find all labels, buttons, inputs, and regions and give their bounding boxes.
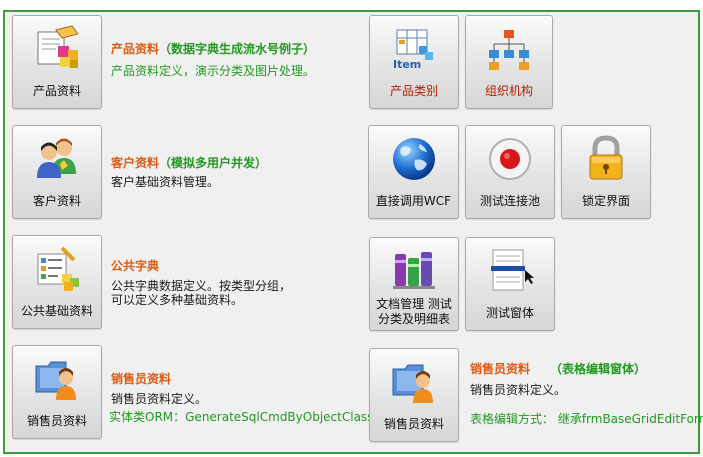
main-panel	[3, 10, 700, 454]
salesperson-info-label: 销售员资料	[26, 414, 87, 428]
call-wcf-button[interactable]: 直接调用WCF	[368, 125, 459, 219]
doc-management-label-line1: 文档管理 测试	[376, 297, 452, 311]
call-wcf-label: 直接调用WCF	[375, 194, 452, 208]
customer-people-icon	[32, 134, 82, 187]
dictionary-list-icon	[32, 244, 82, 297]
product-info-desc: 产品资料定义，演示分类及图片处理。	[111, 64, 316, 78]
item-category-icon: Item	[389, 24, 439, 77]
common-data-label: 公共基础资料	[20, 304, 93, 318]
org-chart-icon	[484, 24, 534, 77]
padlock-icon	[581, 134, 631, 187]
salesperson-folder-icon	[32, 354, 82, 407]
product-info-button[interactable]: 产品资料	[12, 15, 102, 109]
doc-management-button[interactable]: 文档管理 测试 分类及明细表	[369, 237, 459, 331]
grid-module-note: （表格编辑窗体）	[550, 362, 647, 376]
product-info-note: （数据字典生成流水号例子）	[159, 42, 316, 56]
lock-screen-button[interactable]: 锁定界面	[561, 125, 651, 219]
product-info-title: 产品资料（数据字典生成流水号例子）	[111, 42, 316, 56]
common-data-button[interactable]: 公共基础资料	[12, 235, 102, 329]
grid-module-desc: 销售员资料定义。	[470, 383, 567, 397]
test-form-label: 测试窗体	[485, 306, 534, 320]
product-box-icon	[32, 24, 82, 77]
test-pool-button[interactable]: 测试连接池	[465, 125, 555, 219]
salesperson-orm-desc: 实体类ORM：GenerateSqlCmdByObjectClass	[109, 410, 374, 424]
customer-info-button[interactable]: 客户资料	[12, 125, 102, 219]
salesperson-grid-label: 销售员资料	[383, 417, 444, 431]
customer-info-title: 客户资料（模拟多用户并发）	[111, 156, 268, 170]
svg-text:Item: Item	[393, 58, 421, 71]
customer-info-desc: 客户基础资料管理。	[111, 175, 220, 189]
org-structure-label: 组织机构	[484, 84, 533, 98]
customer-info-label: 客户资料	[32, 194, 81, 208]
common-dict-desc-line2: 可以定义多种基础资料。	[111, 293, 244, 307]
salesperson-title: 销售员资料	[111, 372, 172, 386]
record-icon	[485, 134, 535, 187]
salesperson-grid-button[interactable]: 销售员资料	[369, 348, 459, 442]
salesperson-info-button[interactable]: 销售员资料	[12, 345, 102, 439]
salesperson-folder-icon	[389, 357, 439, 410]
org-structure-button[interactable]: 组织机构	[465, 15, 553, 109]
test-form-button[interactable]: 测试窗体	[465, 237, 555, 331]
form-window-icon	[485, 246, 535, 299]
grid-module-title: 销售员资料 （表格编辑窗体）	[470, 362, 647, 376]
lock-screen-label: 锁定界面	[581, 194, 630, 208]
customer-info-note: （模拟多用户并发）	[159, 156, 268, 170]
common-dict-title: 公共字典	[111, 259, 160, 273]
product-category-button[interactable]: Item 产品类别	[369, 15, 459, 109]
test-pool-label: 测试连接池	[479, 194, 540, 208]
salesperson-desc: 销售员资料定义。	[111, 392, 208, 406]
globe-icon	[389, 134, 439, 187]
product-info-label: 产品资料	[32, 84, 81, 98]
product-category-label: 产品类别	[389, 84, 438, 98]
books-icon	[389, 244, 439, 297]
grid-module-inherit-desc: 表格编辑方式： 继承frmBaseGridEditForm	[470, 412, 703, 426]
doc-management-label-line2: 分类及明细表	[377, 312, 450, 326]
